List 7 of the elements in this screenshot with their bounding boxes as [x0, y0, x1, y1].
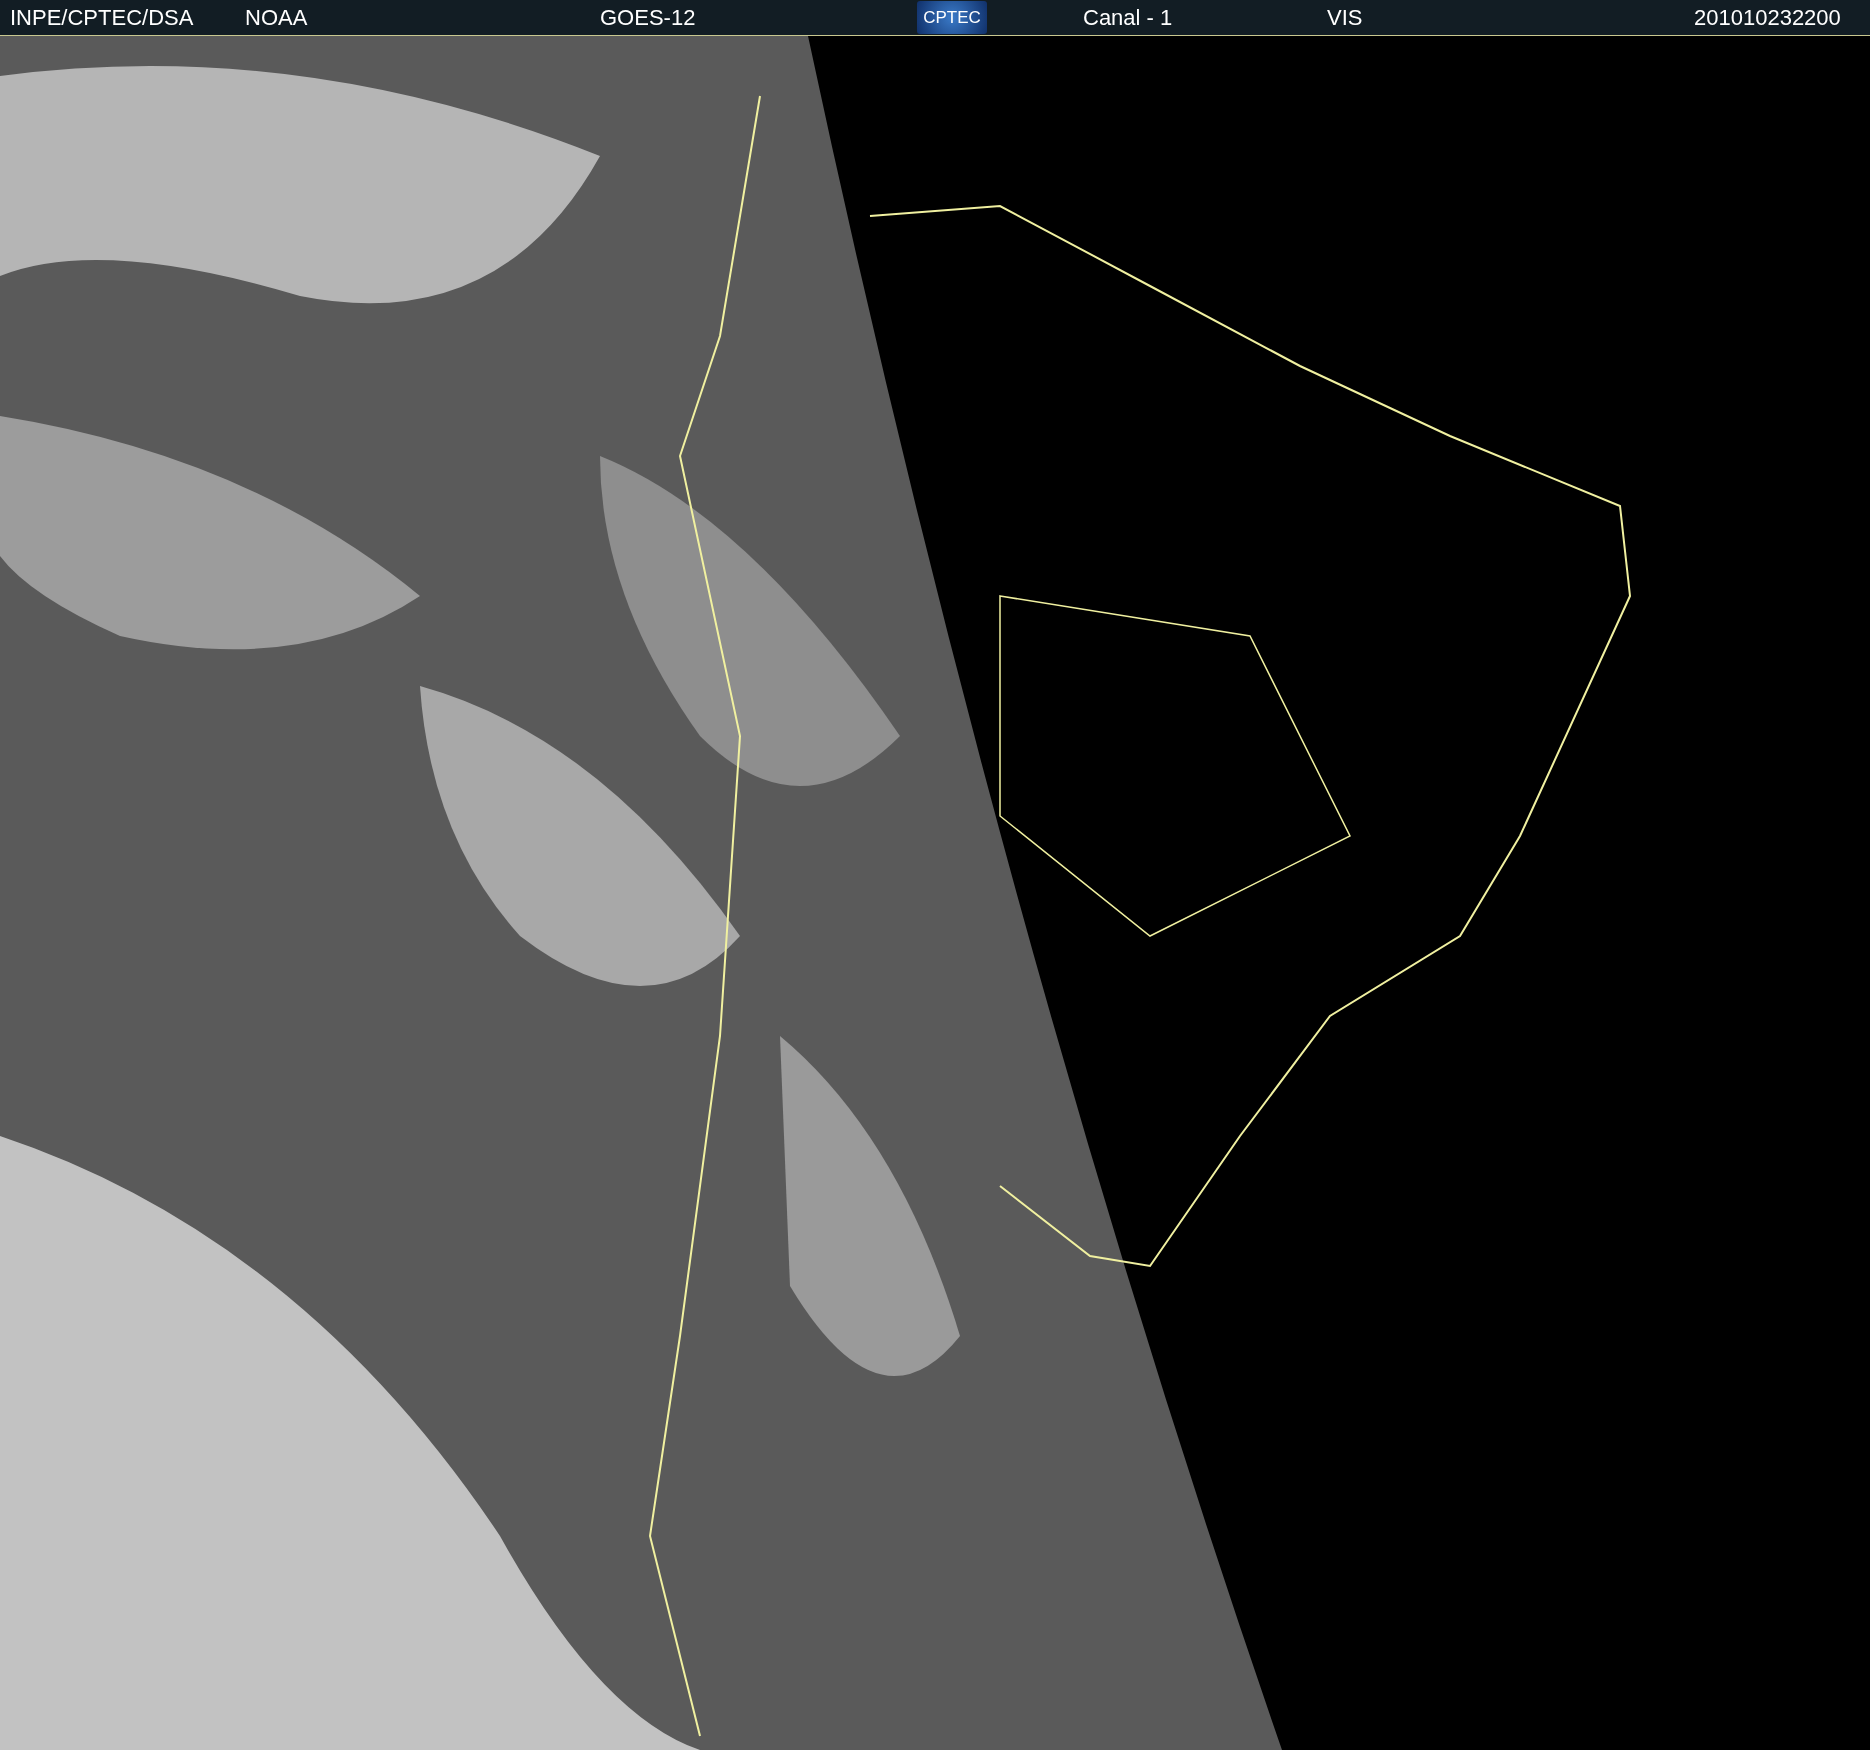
satellite-label: GOES-12 [600, 4, 697, 31]
source-label: INPE/CPTEC/DSA [10, 4, 195, 31]
channel-label: Canal - 1 [1083, 4, 1174, 31]
band-label: VIS [1327, 4, 1364, 31]
agency-label: NOAA [245, 4, 309, 31]
timestamp-label: 201010232200 [1694, 4, 1841, 31]
logo: CPTEC [917, 1, 987, 34]
